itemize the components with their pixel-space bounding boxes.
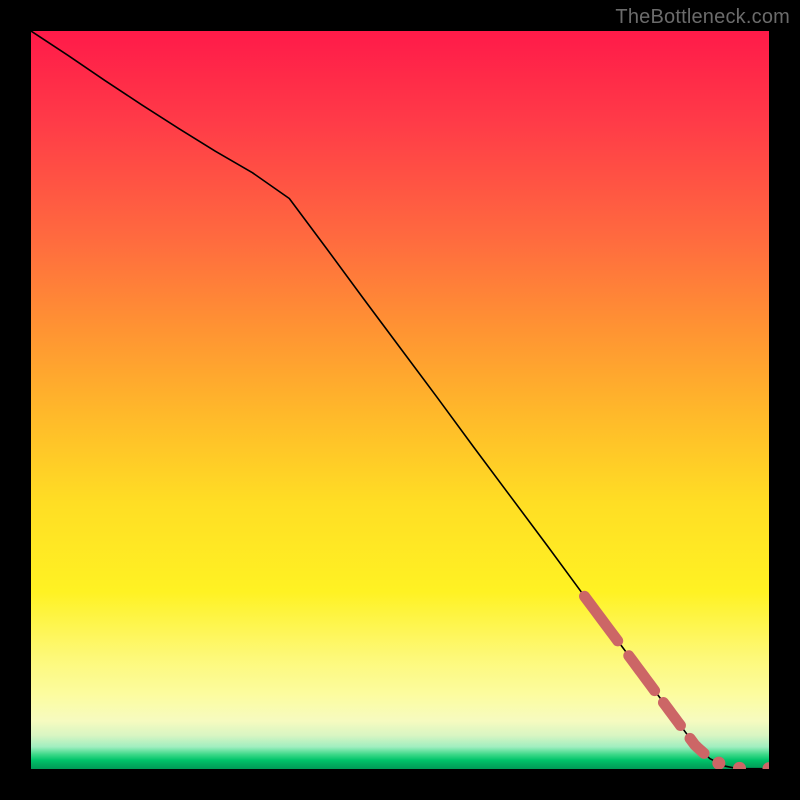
chart-frame: TheBottleneck.com <box>0 0 800 800</box>
marker-dash-2 <box>663 703 680 726</box>
marker-dot-1 <box>733 762 746 769</box>
main-curve <box>31 31 769 769</box>
watermark-text: TheBottleneck.com <box>615 6 790 29</box>
marker-dash-3 <box>690 738 704 753</box>
marker-dash-1 <box>629 656 655 691</box>
marker-dash-0 <box>585 596 618 641</box>
marker-dot-0 <box>712 757 725 769</box>
marker-dot-2 <box>763 762 770 769</box>
plot-svg <box>31 31 769 769</box>
plot-area <box>31 31 769 769</box>
